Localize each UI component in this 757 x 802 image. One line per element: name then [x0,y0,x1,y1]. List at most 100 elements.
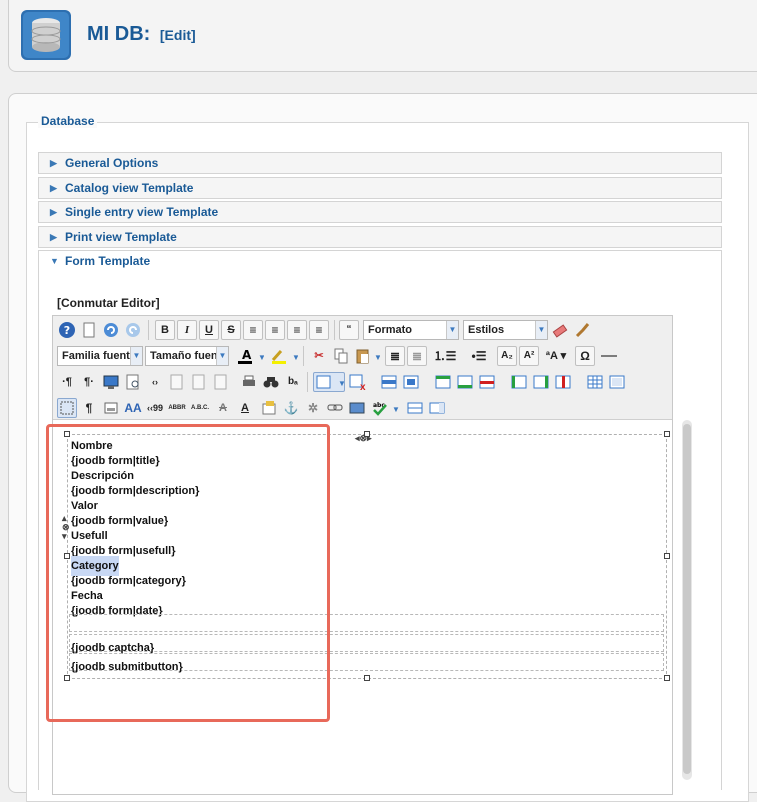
paragraph-icon[interactable]: ¶ [79,398,99,418]
text-color-icon[interactable]: A ▼ [233,346,266,366]
blockquote-button[interactable]: “ [339,320,359,340]
print-icon[interactable] [239,372,259,392]
toolbar-separator [303,346,304,366]
indent-button[interactable]: ≣ [385,346,405,366]
cut-icon[interactable]: ✂ [309,346,329,366]
quote-icon[interactable]: ‹‹99 [145,398,165,418]
edit-document-icon[interactable] [189,372,209,392]
accordion-single-entry-view[interactable]: ▶ Single entry view Template [38,201,722,223]
attributes-icon[interactable] [259,398,279,418]
svg-text:▼: ▼ [338,379,344,388]
accordion-catalog-view[interactable]: ▶ Catalog view Template [38,177,722,199]
delete-row-icon[interactable] [477,372,497,392]
insert-row-after-icon[interactable] [455,372,475,392]
font-family-value: Familia fuente [62,350,136,362]
resize-handle[interactable] [664,675,670,681]
spellcheck-icon[interactable]: abc ▼ [369,398,401,418]
chevron-right-icon: ▶ [50,183,57,193]
toggle-editor-link[interactable]: [Conmutar Editor] [57,293,160,313]
svg-text:▼: ▼ [392,405,400,414]
row-before-icon[interactable] [379,372,399,392]
outdent-button[interactable]: ≣ [407,346,427,366]
unordered-list-icon[interactable]: •☰ [463,346,495,366]
scrollbar-thumb[interactable] [683,424,691,774]
deletion-icon[interactable]: A [213,398,233,418]
insert-row-before-icon[interactable] [433,372,453,392]
blank-document-icon[interactable] [211,372,231,392]
delete-table-icon[interactable]: x [347,372,367,393]
editor-toolbar: ? B I U S ≡ ≡ ≡ ≡ “ Formato ▼ Estilos ▼ Fa… [53,316,672,420]
code-icon[interactable]: ‹› [145,372,165,392]
copy-icon[interactable] [331,346,351,366]
undo-icon[interactable] [101,320,121,340]
align-right-button[interactable]: ≡ [309,320,329,340]
font-family-select[interactable]: Familia fuente ▼ [57,346,143,366]
help-icon[interactable]: ? [57,320,77,340]
chevron-right-icon: ▶ [50,158,57,168]
visual-aid-icon[interactable] [57,398,77,418]
preview-icon[interactable] [123,372,143,392]
resize-handle[interactable] [364,675,370,681]
page-break-icon[interactable] [405,398,425,418]
insert-column-before-icon[interactable] [509,372,529,392]
underline-button[interactable]: U [199,320,219,340]
replace-icon[interactable]: bₐ [283,372,303,392]
font-size-select[interactable]: Tamaño fuente ▼ [145,346,229,366]
align-justify-button[interactable]: ≡ [243,320,263,340]
accordion-label: General Options [65,156,159,170]
row-after-icon[interactable] [401,372,421,392]
special-char-button[interactable]: Ω [575,346,595,366]
accordion-print-view[interactable]: ▶ Print view Template [38,226,722,248]
insertion-icon[interactable]: A [235,398,255,418]
fullscreen-icon[interactable] [101,372,121,392]
accordion-general-options[interactable]: ▶ General Options [38,152,722,174]
anchor-icon[interactable]: ⚓ [281,398,301,418]
format-select[interactable]: Formato ▼ [363,320,459,340]
insert-column-after-icon[interactable] [531,372,551,392]
database-icon [21,10,71,60]
unlink-icon[interactable]: ✲ [303,398,323,418]
subscript-button[interactable]: A₂ [497,346,517,366]
insert-table-icon[interactable]: ▼ [313,372,346,392]
highlight-color-icon[interactable]: ▼ [267,346,300,366]
merge-cells-icon[interactable] [607,372,627,392]
accordion-label: Form Template [65,254,151,268]
paste-icon[interactable]: ▼ [353,346,382,366]
highlight-box [46,424,330,722]
ltr-icon[interactable]: ·¶ [57,372,77,392]
chevron-right-icon: ▶ [50,207,57,217]
strikethrough-button[interactable]: S [221,320,241,340]
ordered-list-icon[interactable]: ⒈☰ [429,346,461,366]
eraser-icon[interactable] [550,320,570,340]
styles-select-value: Estilos [468,324,505,336]
move-handle-icon[interactable]: ◂⊗▸ [355,428,372,448]
styles-select[interactable]: Estilos ▼ [463,320,548,340]
redo-icon[interactable] [123,320,143,340]
resize-handle[interactable] [664,553,670,559]
split-cells-icon[interactable] [585,372,605,392]
chevron-down-icon: ▼ [130,347,142,365]
link-icon[interactable] [325,398,345,418]
fieldset-legend: Database [38,114,98,128]
horizontal-rule-icon[interactable] [598,346,620,366]
resize-handle[interactable] [664,431,670,437]
bold-button[interactable]: B [155,320,175,340]
font-size-change-icon[interactable]: ªA ▾ [541,346,571,366]
superscript-button[interactable]: A² [519,346,539,366]
template-icon[interactable] [167,372,187,392]
rtl-icon[interactable]: ¶· [79,372,99,392]
abbreviation-icon[interactable]: ABBR [167,398,187,418]
layer-icon[interactable] [101,398,121,418]
align-center-button[interactable]: ≡ [265,320,285,340]
image-icon[interactable] [347,398,367,418]
italic-button[interactable]: I [177,320,197,340]
find-icon[interactable] [261,372,281,392]
iframe-icon[interactable] [427,398,447,418]
acronym-icon[interactable]: A.B.C. [189,398,211,418]
new-document-icon[interactable] [79,320,99,340]
delete-column-icon[interactable] [553,372,573,392]
paint-brush-icon[interactable] [573,320,593,340]
align-left-button[interactable]: ≡ [287,320,307,340]
styles-icon[interactable]: AA [123,398,143,418]
editor-scrollbar[interactable] [682,420,692,780]
